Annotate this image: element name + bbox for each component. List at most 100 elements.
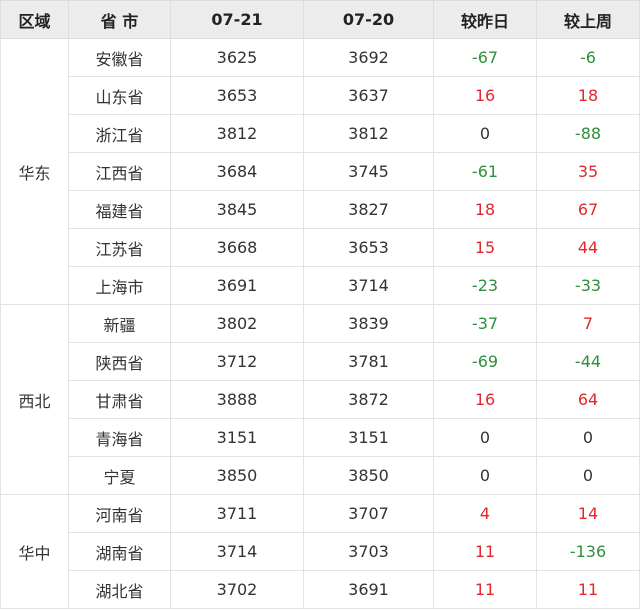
province-cell: 湖南省 — [68, 532, 171, 571]
price-0721-cell: 3888 — [170, 380, 304, 419]
price-0720-cell: 3745 — [303, 152, 434, 191]
change-vs-last-week-cell: -88 — [536, 114, 640, 153]
table-row: 山东省 3653 3637 16 18 — [1, 76, 640, 115]
table-row: 浙江省 3812 3812 0 -88 — [1, 114, 640, 153]
table-row: 宁夏 3850 3850 0 0 — [1, 456, 640, 495]
change-vs-yesterday-cell: -37 — [433, 304, 537, 343]
province-cell: 上海市 — [68, 266, 171, 305]
province-cell: 江苏省 — [68, 228, 171, 267]
header-date-0720: 07-20 — [303, 0, 434, 39]
price-0721-cell: 3151 — [170, 418, 304, 457]
table-row: 江西省 3684 3745 -61 35 — [1, 152, 640, 191]
change-vs-yesterday-cell: 15 — [433, 228, 537, 267]
province-cell: 青海省 — [68, 418, 171, 457]
price-0720-cell: 3707 — [303, 494, 434, 533]
change-vs-yesterday-cell: 0 — [433, 418, 537, 457]
change-vs-yesterday-cell: -23 — [433, 266, 537, 305]
change-vs-yesterday-cell: 18 — [433, 190, 537, 229]
province-cell: 新疆 — [68, 304, 171, 343]
province-cell: 福建省 — [68, 190, 171, 229]
change-vs-yesterday-cell: -69 — [433, 342, 537, 381]
table-row: 陕西省 3712 3781 -69 -44 — [1, 342, 640, 381]
table-row: 湖北省 3702 3691 11 11 — [1, 570, 640, 609]
price-0721-cell: 3668 — [170, 228, 304, 267]
price-0720-cell: 3839 — [303, 304, 434, 343]
header-region: 区域 — [0, 0, 69, 39]
price-0721-cell: 3684 — [170, 152, 304, 191]
province-cell: 浙江省 — [68, 114, 171, 153]
table-row: 福建省 3845 3827 18 67 — [1, 190, 640, 229]
province-cell: 江西省 — [68, 152, 171, 191]
change-vs-yesterday-cell: 0 — [433, 456, 537, 495]
change-vs-yesterday-cell: -61 — [433, 152, 537, 191]
price-0721-cell: 3702 — [170, 570, 304, 609]
change-vs-last-week-cell: 44 — [536, 228, 640, 267]
change-vs-yesterday-cell: 11 — [433, 532, 537, 571]
change-vs-last-week-cell: 11 — [536, 570, 640, 609]
change-vs-last-week-cell: 64 — [536, 380, 640, 419]
change-vs-last-week-cell: -33 — [536, 266, 640, 305]
price-0721-cell: 3845 — [170, 190, 304, 229]
header-vs-yesterday: 较昨日 — [433, 0, 537, 39]
table-header: 区域 省 市 07-21 07-20 较昨日 较上周 — [0, 0, 640, 39]
table-row: 湖南省 3714 3703 11 -136 — [1, 532, 640, 571]
price-0721-cell: 3691 — [170, 266, 304, 305]
province-cell: 陕西省 — [68, 342, 171, 381]
header-province: 省 市 — [68, 0, 171, 39]
change-vs-last-week-cell: -136 — [536, 532, 640, 571]
price-0720-cell: 3850 — [303, 456, 434, 495]
price-0721-cell: 3653 — [170, 76, 304, 115]
table-body: 华东 安徽省 3625 3692 -67 -6 山东省 3653 3637 16 18 浙江省 3812… — [0, 38, 640, 609]
table-row: 华中 河南省 3711 3707 4 14 — [0, 494, 640, 609]
province-cell: 安徽省 — [68, 38, 171, 77]
price-0721-cell: 3850 — [170, 456, 304, 495]
change-vs-last-week-cell: 0 — [536, 456, 640, 495]
table-row: 上海市 3691 3714 -23 -33 — [1, 266, 640, 305]
change-vs-last-week-cell: -6 — [536, 38, 640, 77]
change-vs-last-week-cell: 0 — [536, 418, 640, 457]
province-cell: 河南省 — [68, 494, 171, 533]
price-0720-cell: 3714 — [303, 266, 434, 305]
change-vs-last-week-cell: 7 — [536, 304, 640, 343]
province-cell: 湖北省 — [68, 570, 171, 609]
province-cell: 甘肃省 — [68, 380, 171, 419]
change-vs-yesterday-cell: 0 — [433, 114, 537, 153]
change-vs-last-week-cell: 14 — [536, 494, 640, 533]
region-cell: 西北 — [0, 304, 69, 495]
change-vs-last-week-cell: 18 — [536, 76, 640, 115]
price-0720-cell: 3691 — [303, 570, 434, 609]
price-0721-cell: 3625 — [170, 38, 304, 77]
table-row: 江苏省 3668 3653 15 44 — [1, 228, 640, 267]
change-vs-yesterday-cell: -67 — [433, 38, 537, 77]
price-0720-cell: 3872 — [303, 380, 434, 419]
price-table: 区域 省 市 07-21 07-20 较昨日 较上周 华东 安徽省 3625 3692… — [0, 0, 640, 609]
price-0720-cell: 3637 — [303, 76, 434, 115]
change-vs-yesterday-cell: 4 — [433, 494, 537, 533]
header-row: 区域 省 市 07-21 07-20 较昨日 较上周 — [0, 0, 640, 39]
table-row: 甘肃省 3888 3872 16 64 — [1, 380, 640, 419]
change-vs-last-week-cell: 67 — [536, 190, 640, 229]
price-0721-cell: 3712 — [170, 342, 304, 381]
header-date-0721: 07-21 — [170, 0, 304, 39]
price-0720-cell: 3781 — [303, 342, 434, 381]
price-0720-cell: 3703 — [303, 532, 434, 571]
table-row: 华东 安徽省 3625 3692 -67 -6 — [0, 38, 640, 305]
price-0721-cell: 3711 — [170, 494, 304, 533]
change-vs-last-week-cell: -44 — [536, 342, 640, 381]
change-vs-yesterday-cell: 16 — [433, 76, 537, 115]
price-0720-cell: 3151 — [303, 418, 434, 457]
table-row: 青海省 3151 3151 0 0 — [1, 418, 640, 457]
price-0720-cell: 3692 — [303, 38, 434, 77]
change-vs-last-week-cell: 35 — [536, 152, 640, 191]
province-cell: 山东省 — [68, 76, 171, 115]
price-0720-cell: 3827 — [303, 190, 434, 229]
price-0721-cell: 3714 — [170, 532, 304, 571]
table-row: 西北 新疆 3802 3839 -37 7 — [0, 304, 640, 495]
province-cell: 宁夏 — [68, 456, 171, 495]
change-vs-yesterday-cell: 16 — [433, 380, 537, 419]
price-0720-cell: 3653 — [303, 228, 434, 267]
price-0720-cell: 3812 — [303, 114, 434, 153]
change-vs-yesterday-cell: 11 — [433, 570, 537, 609]
price-0721-cell: 3812 — [170, 114, 304, 153]
price-0721-cell: 3802 — [170, 304, 304, 343]
